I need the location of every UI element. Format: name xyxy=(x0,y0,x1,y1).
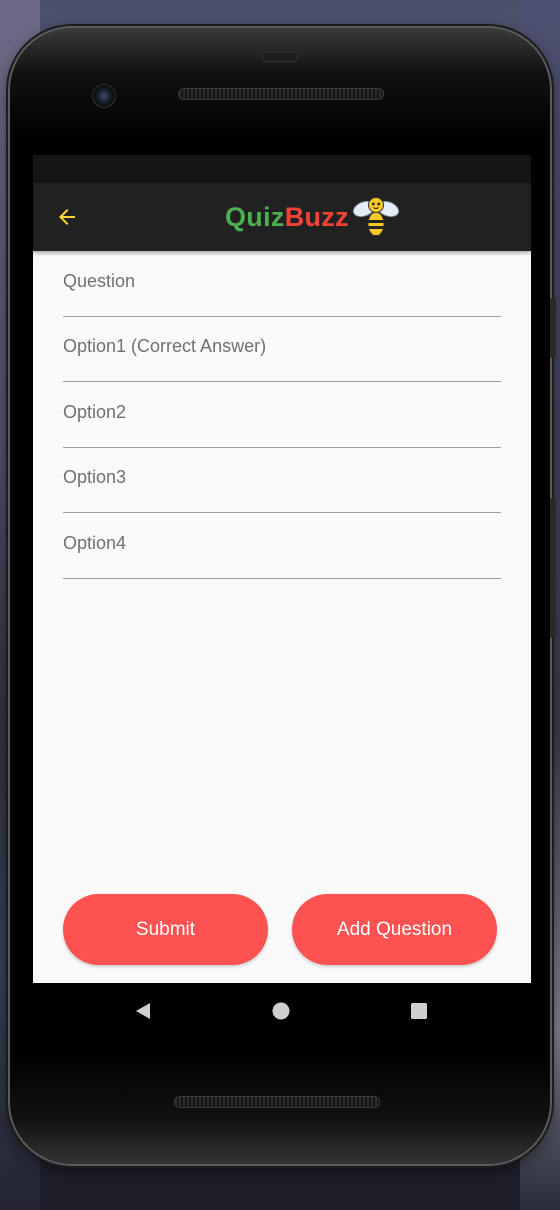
brand-buzz: Buzz xyxy=(284,201,349,232)
option2-field-wrapper xyxy=(63,382,501,448)
brand-quiz: Quiz xyxy=(225,201,285,232)
triangle-back-icon xyxy=(136,1003,150,1019)
app-title: Quiz Buzz xyxy=(225,191,401,240)
nav-back-button[interactable] xyxy=(129,997,157,1025)
bottom-speaker xyxy=(174,1096,380,1108)
app-screen: Quiz Buzz Question Option1 (Correct Answ… xyxy=(33,155,531,983)
option3-input[interactable] xyxy=(63,463,501,492)
circle-home-icon xyxy=(272,1002,290,1020)
submit-button[interactable]: Submit xyxy=(63,894,268,965)
add-question-button[interactable]: Add Question xyxy=(292,894,497,965)
top-slot xyxy=(262,52,298,62)
nav-recents-button[interactable] xyxy=(405,997,433,1025)
earpiece-speaker xyxy=(178,88,384,100)
back-button[interactable] xyxy=(51,201,83,233)
app-bar: Quiz Buzz xyxy=(33,183,531,251)
bee-icon xyxy=(352,191,400,240)
question-input[interactable] xyxy=(63,267,501,295)
nav-home-button[interactable] xyxy=(267,997,295,1025)
option3-field-wrapper xyxy=(63,448,501,513)
option1-field-wrapper xyxy=(63,317,501,382)
option2-input[interactable] xyxy=(63,398,501,426)
option1-input[interactable] xyxy=(63,332,501,361)
status-bar xyxy=(33,155,531,183)
question-field-wrapper xyxy=(63,251,501,317)
option4-input[interactable] xyxy=(63,529,501,557)
front-camera xyxy=(92,84,116,108)
option4-field-wrapper xyxy=(63,513,501,579)
power-button xyxy=(550,498,556,638)
volume-button xyxy=(550,298,556,358)
add-question-form xyxy=(63,251,501,579)
system-navigation-bar xyxy=(33,983,531,1039)
arrow-left-icon xyxy=(59,209,75,225)
square-recents-icon xyxy=(411,1003,427,1019)
